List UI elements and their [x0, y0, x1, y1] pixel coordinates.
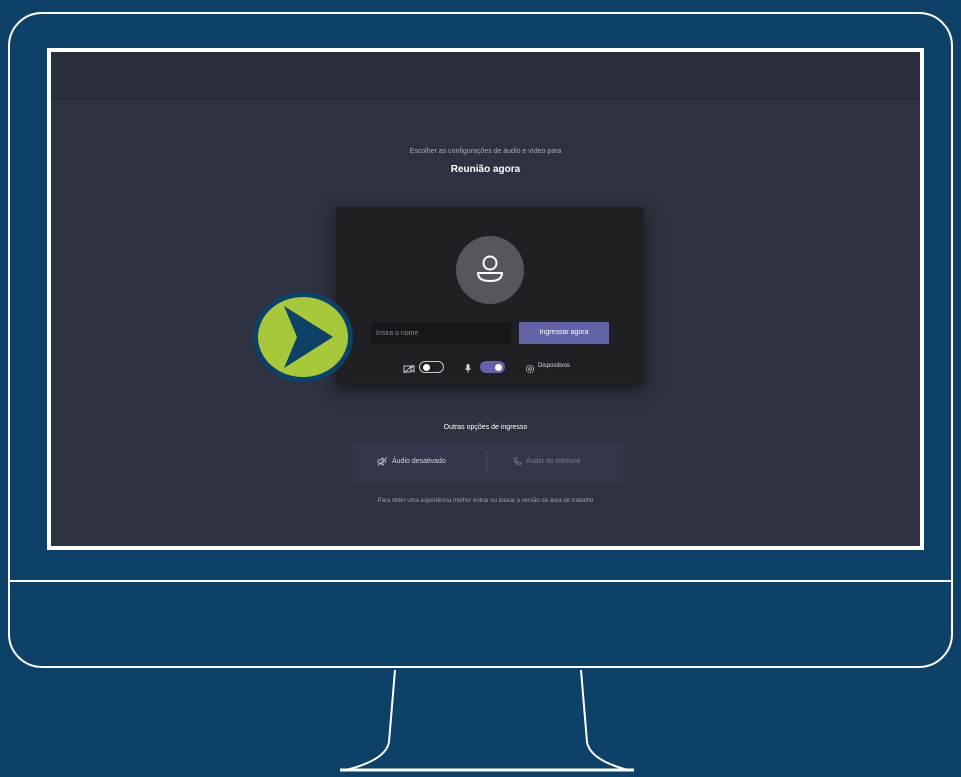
microphone-toggle-knob: [495, 363, 502, 371]
phone-icon: [513, 457, 522, 465]
app-screen: Escolher as configurações de áudio e víd…: [47, 48, 924, 550]
join-options-bar: Áudio desativado Áudio do telefone: [353, 442, 623, 482]
play-arrow-icon: [253, 292, 353, 382]
options-divider: [486, 451, 487, 473]
phone-audio-label: Áudio do telefone: [526, 458, 581, 465]
media-controls: Dispositivos: [336, 357, 644, 377]
camera-toggle[interactable]: [419, 361, 444, 373]
phone-audio-option[interactable]: Áudio do telefone: [513, 442, 581, 482]
user-avatar-icon: [456, 236, 524, 304]
audio-off-option[interactable]: Áudio desativado: [377, 442, 446, 482]
app-top-bar: [51, 52, 920, 99]
meeting-title: Reunião agora: [450, 164, 521, 175]
name-input[interactable]: [371, 322, 511, 344]
other-join-options-title: Outras opções de ingresso: [443, 424, 528, 431]
microphone-icon: [464, 361, 472, 379]
camera-off-icon: [403, 361, 415, 379]
desktop-app-note: Para obter uma experiência melhor entrar…: [377, 498, 594, 504]
join-now-button[interactable]: Ingressar agora: [519, 322, 609, 344]
preview-card: Ingressar agora: [336, 207, 644, 383]
audio-off-label: Áudio desativado: [392, 458, 446, 465]
gear-icon[interactable]: [525, 361, 535, 379]
devices-button[interactable]: Dispositivos: [538, 363, 570, 369]
speaker-off-icon: [377, 456, 388, 466]
camera-toggle-knob: [423, 364, 430, 371]
settings-subtitle: Escolher as configurações de áudio e víd…: [409, 148, 562, 155]
microphone-toggle[interactable]: [480, 361, 505, 373]
